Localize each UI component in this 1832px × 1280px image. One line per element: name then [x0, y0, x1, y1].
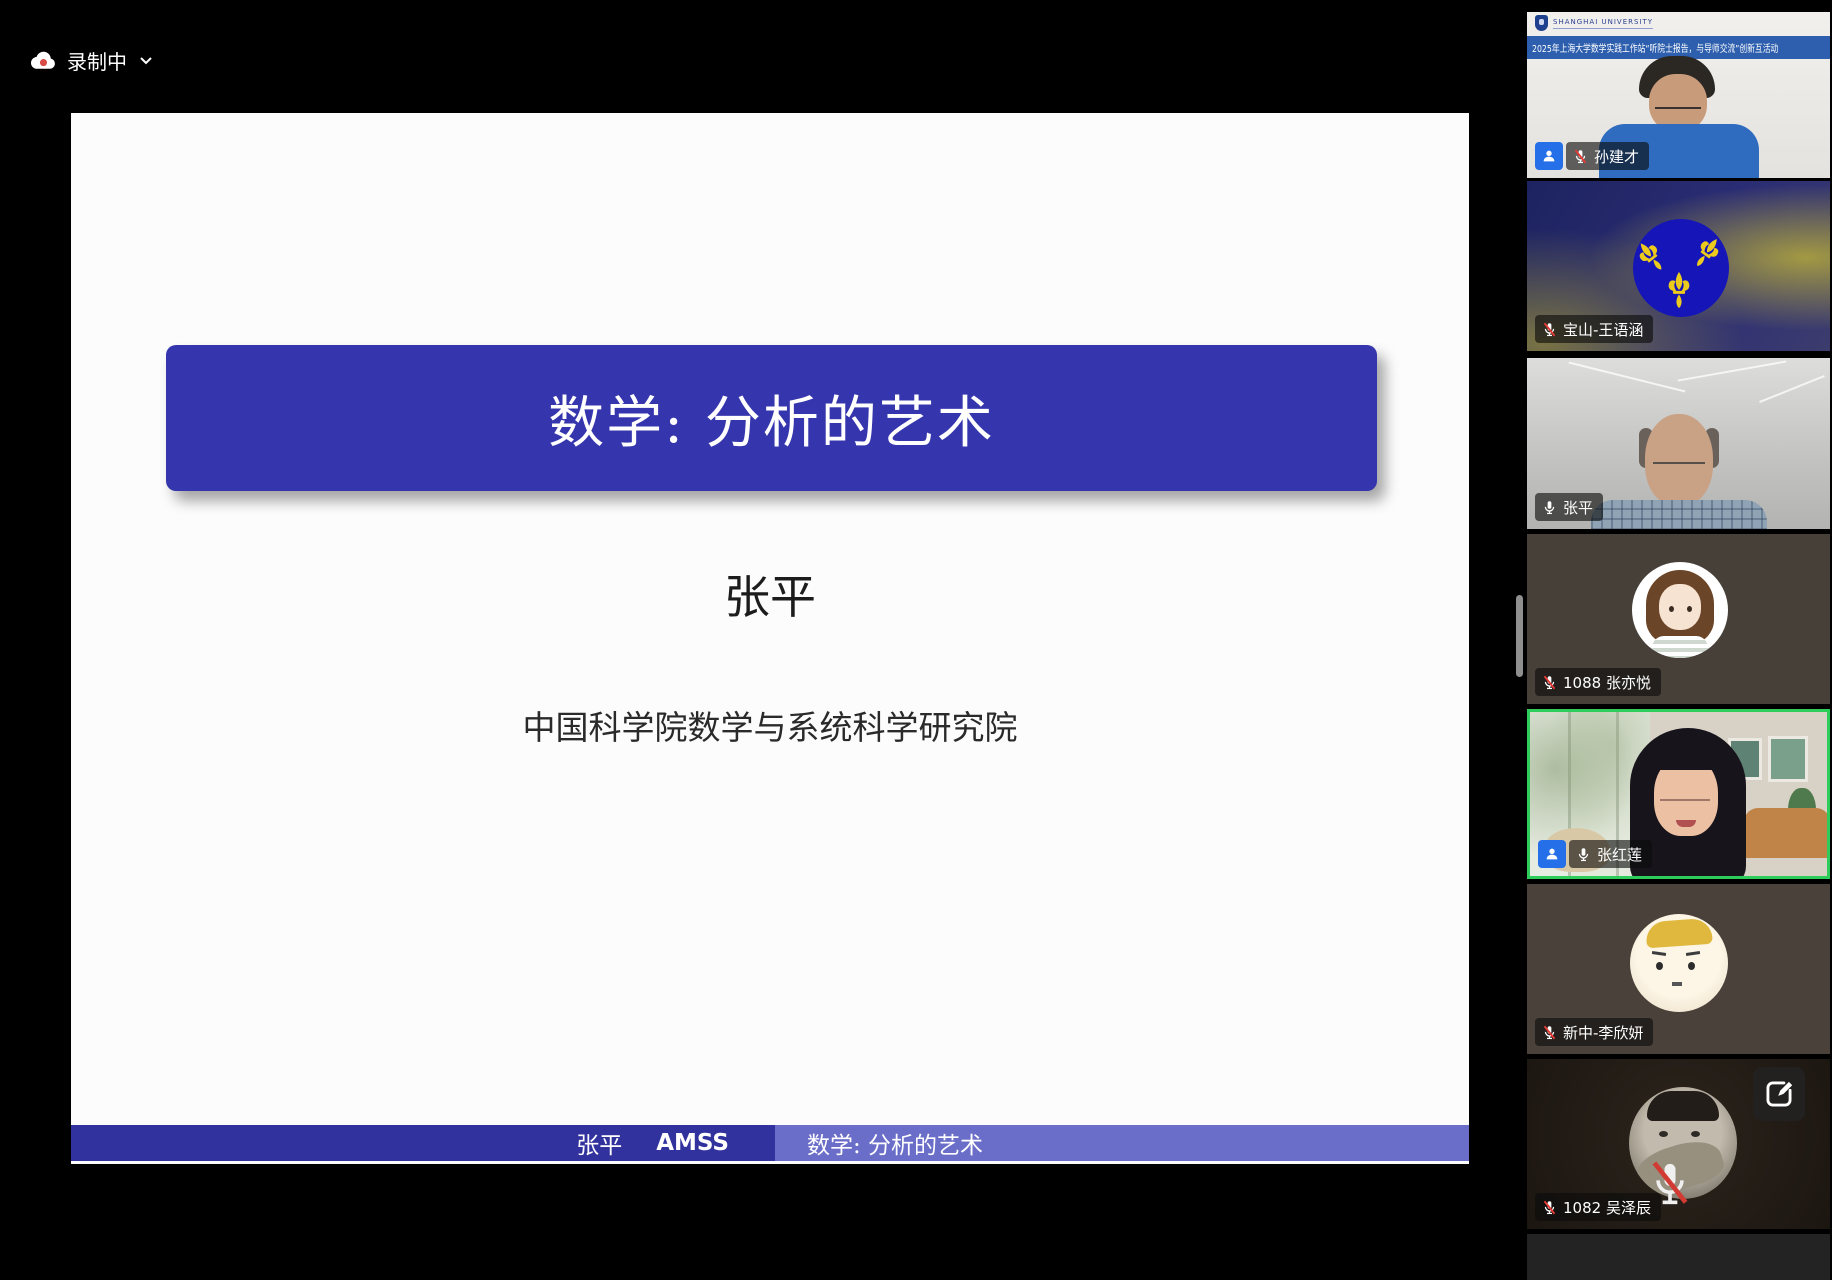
participant-tile[interactable]: 宝山-王语涵 — [1527, 181, 1830, 351]
avatar — [1659, 1131, 1668, 1137]
mic-muted-icon — [1542, 1200, 1557, 1215]
participant-tile-partial[interactable] — [1527, 1234, 1830, 1280]
participant-name: 1082 吴泽辰 — [1563, 1197, 1651, 1218]
mic-icon — [1542, 500, 1557, 515]
mic-icon — [1576, 847, 1591, 862]
participant-video — [1655, 98, 1701, 109]
participant-name: 张红莲 — [1597, 844, 1642, 865]
annotation-pen-button[interactable] — [1753, 1067, 1805, 1121]
avatar — [1652, 951, 1666, 956]
mic-muted-icon — [1542, 1025, 1557, 1040]
fleur-de-lis-icon — [1666, 271, 1692, 309]
participant-name: 孙建才 — [1594, 146, 1639, 167]
mic-muted-icon — [1542, 675, 1557, 690]
event-banner-text: 2025年上海大学数学实践工作站“听院士报告，与导师交流”创新互活动 — [1532, 40, 1778, 55]
shared-screen-slide: 数学: 分析的艺术 张平 中国科学院数学与系统科学研究院 张平 AMSS 数学:… — [71, 113, 1469, 1164]
recording-indicator[interactable]: 录制中 — [30, 46, 153, 75]
avatar — [1686, 951, 1700, 956]
sidebar-scrollbar[interactable] — [1516, 595, 1523, 677]
university-logo-text: SHANGHAI UNIVERSITY — [1553, 18, 1653, 29]
avatar — [1687, 606, 1692, 612]
avatar — [1645, 918, 1713, 949]
slide-author: 张平 — [71, 561, 1469, 627]
participant-video — [1648, 744, 1726, 770]
avatar — [1691, 1131, 1700, 1137]
participant-video — [1744, 808, 1830, 858]
participant-video — [1678, 360, 1787, 381]
participant-name: 张平 — [1563, 497, 1593, 518]
participant-name: 新中-李欣妍 — [1563, 1022, 1643, 1043]
footer-title: 数学: 分析的艺术 — [807, 1126, 983, 1160]
participant-video — [1768, 736, 1808, 782]
slide-footer: 张平 AMSS 数学: 分析的艺术 — [71, 1125, 1469, 1161]
participant-video — [1653, 454, 1705, 464]
avatar — [1633, 219, 1729, 317]
university-shield-icon — [1535, 15, 1548, 31]
slide-footer-title-segment: 数学: 分析的艺术 — [775, 1125, 1469, 1161]
slide-footer-author-segment: 张平 AMSS — [71, 1125, 775, 1161]
avatar — [1647, 1091, 1719, 1121]
slide-institution: 中国科学院数学与系统科学研究院 — [71, 701, 1469, 749]
avatar — [1652, 636, 1708, 658]
participant-tile[interactable]: 1088 张亦悦 — [1527, 534, 1830, 704]
avatar — [1656, 962, 1663, 970]
slide-title: 数学: 分析的艺术 — [548, 378, 995, 459]
participant-video — [1569, 362, 1686, 393]
participant-tile[interactable]: 1082 吴泽辰 — [1527, 1059, 1830, 1229]
person-badge-icon — [1538, 840, 1566, 868]
cloud-record-icon — [30, 51, 57, 70]
participant-name: 宝山-王语涵 — [1563, 319, 1643, 340]
university-logo: SHANGHAI UNIVERSITY — [1535, 15, 1653, 31]
participant-video — [1759, 375, 1825, 403]
participant-tile[interactable]: SHANGHAI UNIVERSITY 2025年上海大学数学实践工作站“听院士… — [1527, 12, 1830, 178]
person-badge-icon — [1535, 142, 1563, 170]
participant-name: 1088 张亦悦 — [1563, 672, 1651, 693]
participant-video — [1591, 500, 1767, 529]
participant-tile-active-speaker[interactable]: 张红莲 — [1527, 709, 1830, 879]
chevron-down-icon[interactable] — [139, 56, 153, 65]
footer-author: 张平 — [576, 1126, 622, 1160]
mic-muted-icon — [1542, 322, 1557, 337]
participant-tile[interactable]: 张平 — [1527, 358, 1830, 529]
avatar — [1669, 606, 1674, 612]
avatar — [1688, 962, 1695, 970]
avatar — [1632, 562, 1728, 658]
participant-tile[interactable]: 新中-李欣妍 — [1527, 884, 1830, 1054]
recording-label: 录制中 — [67, 46, 127, 75]
slide-title-banner: 数学: 分析的艺术 — [166, 345, 1377, 491]
avatar — [1672, 982, 1682, 986]
participant-video — [1660, 788, 1710, 801]
mic-muted-icon — [1573, 149, 1588, 164]
avatar — [1630, 914, 1728, 1012]
footer-affiliation: AMSS — [656, 1130, 729, 1156]
avatar — [1659, 584, 1701, 630]
